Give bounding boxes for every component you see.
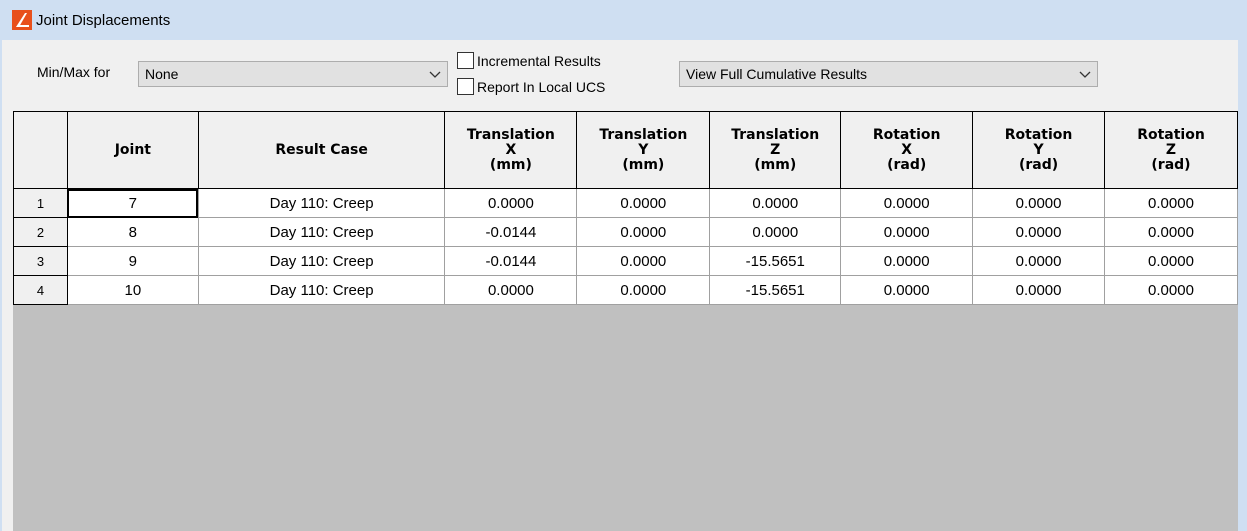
- window-left-edge: [0, 40, 2, 531]
- table-cell-rotation-y[interactable]: 0.0000: [972, 246, 1105, 276]
- column-header-line: (mm): [489, 156, 532, 173]
- column-header-rotation-z[interactable]: Rotation Z (rad): [1104, 111, 1238, 189]
- table-cell-result-case[interactable]: Day 110: Creep: [197, 217, 446, 247]
- table-cell-rotation-z[interactable]: 0.0000: [1104, 275, 1238, 305]
- window-title: Joint Displacements: [36, 11, 171, 29]
- column-header-line: (mm): [622, 156, 665, 173]
- column-header-line: Rotation: [872, 126, 941, 143]
- column-header-result-case[interactable]: Result Case: [197, 111, 446, 189]
- table-cell-translation-x[interactable]: 0.0000: [444, 275, 578, 305]
- column-header-translation-y[interactable]: Translation Y (mm): [576, 111, 711, 189]
- table-cell-rotation-x[interactable]: 0.0000: [840, 217, 974, 247]
- table-cell-translation-z[interactable]: 0.0000: [709, 217, 842, 247]
- table-cell-result-case[interactable]: Day 110: Creep: [197, 275, 446, 305]
- table-header-row: Joint Result Case Translation X (mm) Translat…: [13, 111, 1238, 189]
- incremental-results-label: Incremental Results: [477, 52, 601, 69]
- results-toolbar: Min/Max for None Incremental Results Rep…: [2, 40, 1238, 108]
- table-cell-rotation-z[interactable]: 0.0000: [1104, 188, 1238, 218]
- column-header-translation-z[interactable]: Translation Z (mm): [709, 111, 842, 189]
- table-cell-translation-y[interactable]: 0.0000: [576, 217, 711, 247]
- column-header-line: Z: [1165, 141, 1177, 158]
- table-row[interactable]: 3 9 Day 110: Creep -0.0144 0.0000 -15.5651 0.0…: [13, 246, 1238, 276]
- column-header-line: (rad): [1018, 156, 1059, 173]
- chevron-down-icon[interactable]: [1078, 65, 1092, 83]
- table-cell-rotation-z[interactable]: 0.0000: [1104, 217, 1238, 247]
- table-cell-result-case[interactable]: Day 110: Creep: [197, 188, 446, 218]
- joint-displacements-window: Joint Displacements Min/Max for None Inc…: [0, 0, 1247, 531]
- view-results-select[interactable]: View Full Cumulative Results: [679, 61, 1098, 87]
- table-cell-translation-z[interactable]: 0.0000: [709, 188, 842, 218]
- table-cell-translation-y[interactable]: 0.0000: [576, 188, 711, 218]
- table-cell-translation-z[interactable]: -15.5651: [709, 275, 842, 305]
- local-ucs-label: Report In Local UCS: [477, 78, 606, 95]
- table-cell-rotation-y[interactable]: 0.0000: [972, 217, 1105, 247]
- column-header-line: Y: [1033, 141, 1044, 158]
- column-header-line: (rad): [887, 156, 927, 173]
- table-cell-joint[interactable]: 8: [66, 217, 199, 247]
- row-number[interactable]: 3: [13, 246, 68, 276]
- table-cell-rotation-x[interactable]: 0.0000: [840, 188, 974, 218]
- column-header-line: Translation: [731, 126, 820, 143]
- column-header-line: Joint: [114, 141, 151, 158]
- table-cell-rotation-x[interactable]: 0.0000: [840, 246, 974, 276]
- window-right-edge: [1238, 40, 1247, 531]
- row-number[interactable]: 4: [13, 275, 68, 305]
- table-cell-translation-x[interactable]: -0.0144: [444, 217, 578, 247]
- table-cell-translation-y[interactable]: 0.0000: [576, 275, 711, 305]
- table-cell-joint[interactable]: 9: [66, 246, 199, 276]
- table-cell-rotation-x[interactable]: 0.0000: [840, 275, 974, 305]
- column-header-line: (rad): [1151, 156, 1191, 173]
- column-header-line: Result Case: [275, 141, 368, 158]
- table-row[interactable]: 2 8 Day 110: Creep -0.0144 0.0000 0.0000 0.000…: [13, 217, 1238, 247]
- column-header-line: Rotation: [1137, 126, 1205, 143]
- corner-cell[interactable]: [13, 111, 68, 189]
- column-header-joint[interactable]: Joint: [66, 111, 199, 189]
- incremental-results-checkbox[interactable]: [457, 52, 474, 69]
- table-cell-translation-z[interactable]: -15.5651: [709, 246, 842, 276]
- table-cell-translation-y[interactable]: 0.0000: [576, 246, 711, 276]
- table-cell-joint[interactable]: 7: [66, 188, 199, 218]
- table-cell-rotation-y[interactable]: 0.0000: [972, 275, 1105, 305]
- table-cell-translation-x[interactable]: 0.0000: [444, 188, 578, 218]
- incremental-results-option[interactable]: Incremental Results: [457, 52, 601, 69]
- view-results-select-value: View Full Cumulative Results: [686, 66, 868, 82]
- title-bar: Joint Displacements: [0, 0, 1247, 40]
- local-ucs-checkbox[interactable]: [457, 78, 474, 95]
- column-header-line: Y: [638, 141, 649, 158]
- column-header-line: Translation: [599, 126, 688, 143]
- row-number[interactable]: 1: [13, 188, 68, 218]
- table-row[interactable]: 1 7 Day 110: Creep 0.0000 0.0000 0.0000 0.0000…: [13, 188, 1238, 218]
- app-logo-icon: [12, 10, 32, 30]
- table-cell-rotation-y[interactable]: 0.0000: [972, 188, 1105, 218]
- table-row[interactable]: 4 10 Day 110: Creep 0.0000 0.0000 -15.5651 0.0…: [13, 275, 1238, 305]
- column-header-line: Translation: [466, 126, 555, 143]
- table-cell-joint[interactable]: 10: [66, 275, 199, 305]
- column-header-line: (mm): [754, 156, 797, 173]
- local-ucs-option[interactable]: Report In Local UCS: [457, 78, 605, 95]
- column-header-line: X: [505, 141, 517, 158]
- column-header-line: X: [901, 141, 913, 158]
- column-header-rotation-y[interactable]: Rotation Y (rad): [972, 111, 1105, 189]
- minmax-select[interactable]: None: [138, 61, 448, 87]
- results-grid-area: Joint Result Case Translation X (mm) Translat…: [13, 111, 1238, 531]
- table-cell-rotation-z[interactable]: 0.0000: [1104, 246, 1238, 276]
- minmax-label: Min/Max for: [37, 64, 111, 80]
- column-header-line: Z: [770, 141, 781, 158]
- table-cell-translation-x[interactable]: -0.0144: [444, 246, 578, 276]
- results-table: Joint Result Case Translation X (mm) Translat…: [13, 111, 1238, 305]
- chevron-down-icon[interactable]: [428, 65, 442, 83]
- row-number[interactable]: 2: [13, 217, 68, 247]
- column-header-translation-x[interactable]: Translation X (mm): [444, 111, 578, 189]
- column-header-rotation-x[interactable]: Rotation X (rad): [840, 111, 974, 189]
- minmax-select-value: None: [145, 66, 179, 82]
- table-cell-result-case[interactable]: Day 110: Creep: [197, 246, 446, 276]
- column-header-line: Rotation: [1004, 126, 1073, 143]
